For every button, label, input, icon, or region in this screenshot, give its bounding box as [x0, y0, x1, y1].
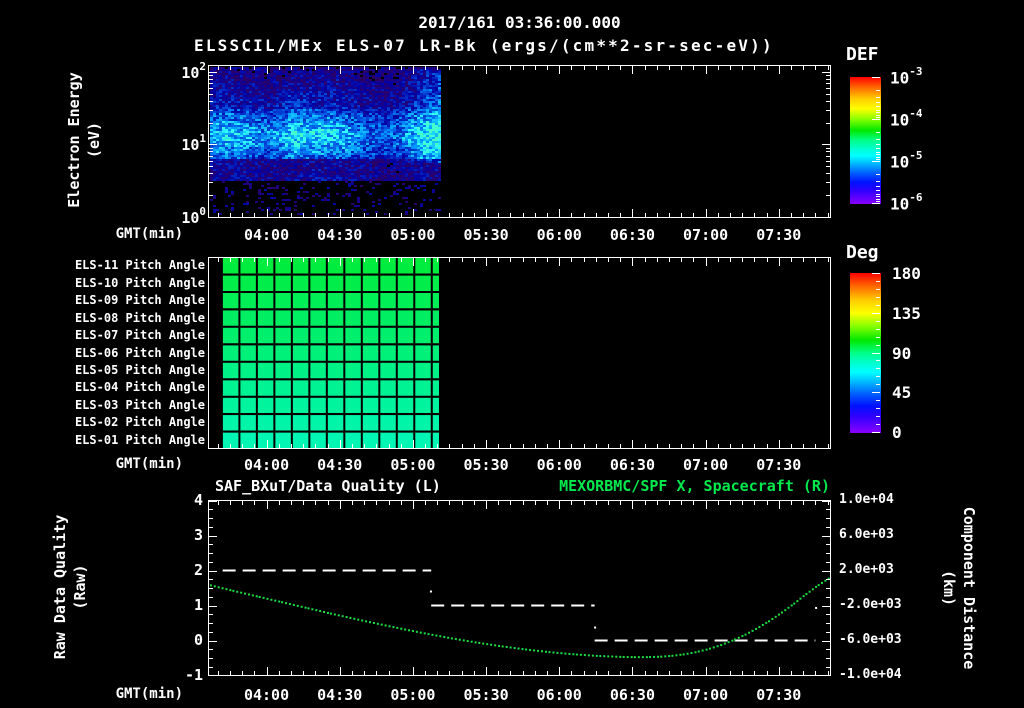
top-x-axis-label: GMT(min) — [111, 226, 183, 242]
pitch-row-label: ELS-04 Pitch Angle — [53, 380, 205, 394]
bottom-left-ytick-label: 3 — [155, 526, 203, 544]
xtick-label: 04:30 — [314, 456, 366, 474]
spectrogram-ytick-label: 101 — [158, 134, 206, 154]
pitch-row-label: ELS-02 Pitch Angle — [53, 415, 205, 429]
bottom-left-ytick-label: 2 — [155, 561, 203, 579]
deg-colorbar-tick-label: 90 — [892, 344, 911, 363]
bottom-left-y-axis-label-line1: Raw Data Quality — [51, 515, 69, 660]
deg-colorbar-title: Deg — [846, 242, 879, 263]
bottom-left-ytick-label: 4 — [155, 491, 203, 509]
bottom-right-ytick-label: -6.0e+03 — [839, 632, 909, 647]
bottom-title-left: SAF_BXuT/Data Quality (L) — [215, 477, 441, 495]
xtick-label: 07:00 — [680, 226, 732, 244]
def-colorbar-tick-label: 10-5 — [890, 151, 923, 171]
spectrogram-ytick-label: 102 — [158, 62, 206, 82]
def-colorbar-tick-label: 10-6 — [890, 193, 923, 213]
bottom-right-ytick-label: 6.0e+03 — [839, 527, 909, 542]
deg-colorbar — [850, 273, 881, 433]
xtick-label: 06:30 — [606, 226, 658, 244]
electron-energy-spectrogram — [208, 65, 831, 218]
xtick-label: 07:00 — [680, 456, 732, 474]
pitch-row-label: ELS-09 Pitch Angle — [53, 293, 205, 307]
bottom-right-ytick-label: 1.0e+04 — [839, 492, 909, 507]
xtick-label: 06:00 — [533, 226, 585, 244]
xtick-label: 05:00 — [387, 686, 439, 704]
xtick-label: 06:00 — [533, 686, 585, 704]
pitch-row-label: ELS-03 Pitch Angle — [53, 398, 205, 412]
xtick-label: 07:30 — [753, 686, 805, 704]
pitch-angle-grid — [208, 257, 831, 449]
pitch-row-label: ELS-07 Pitch Angle — [53, 328, 205, 342]
deg-colorbar-tick-label: 0 — [892, 423, 902, 442]
xtick-label: 04:00 — [241, 456, 293, 474]
spectrogram-y-axis-label: Electron Energy (eV) — [64, 60, 104, 220]
bottom-right-y-axis-label-line1: Component Distance — [960, 507, 978, 670]
els-summary-plot-page: 2017/161 03:36:00.000 ELSSCIL/MEx ELS-07… — [0, 0, 1024, 708]
pitch-row-label: ELS-01 Pitch Angle — [53, 433, 205, 447]
bottom-left-y-axis-label-line2: (Raw) — [71, 564, 89, 609]
page-title-datetime: 2017/161 03:36:00.000 — [208, 13, 831, 32]
xtick-label: 04:00 — [241, 686, 293, 704]
xtick-label: 04:30 — [314, 686, 366, 704]
xtick-label: 06:30 — [606, 456, 658, 474]
spectrogram-y-axis-label-line1: Electron Energy — [65, 72, 83, 207]
spectrogram-ytick-label: 100 — [158, 207, 206, 227]
xtick-label: 04:30 — [314, 226, 366, 244]
bottom-right-ytick-label: -2.0e+03 — [839, 597, 909, 612]
bottom-right-ytick-label: 2.0e+03 — [839, 562, 909, 577]
plot-title-instrument: ELSSCIL/MEx ELS-07 LR-Bk (ergs/(cm**2-sr… — [194, 36, 774, 55]
xtick-label: 07:30 — [753, 456, 805, 474]
spectrogram-y-axis-label-line2: (eV) — [85, 122, 103, 158]
bottom-left-y-axis-label: Raw Data Quality (Raw) — [50, 507, 94, 667]
bottom-left-ytick-label: 1 — [155, 596, 203, 614]
bottom-right-y-axis-label: Component Distance (km) — [935, 493, 979, 683]
xtick-label: 06:30 — [606, 686, 658, 704]
bottom-right-y-axis-label-line2: (km) — [940, 570, 958, 606]
xtick-label: 05:00 — [387, 226, 439, 244]
xtick-label: 05:30 — [460, 686, 512, 704]
def-colorbar-title: DEF — [846, 44, 879, 65]
xtick-label: 07:00 — [680, 686, 732, 704]
bottom-title-right: MEXORBMC/SPF X, Spacecraft (R) — [540, 477, 830, 495]
xtick-label: 06:00 — [533, 456, 585, 474]
bottom-right-ytick-label: -1.0e+04 — [839, 667, 909, 682]
bottom-x-axis-label: GMT(min) — [111, 686, 183, 702]
bottom-left-ytick-label: -1 — [155, 666, 203, 684]
def-colorbar-tick-label: 10-3 — [890, 67, 923, 87]
pitch-row-label: ELS-06 Pitch Angle — [53, 346, 205, 360]
def-colorbar-tick-label: 10-4 — [890, 109, 923, 129]
def-colorbar — [850, 77, 881, 204]
xtick-label: 04:00 — [241, 226, 293, 244]
pitch-row-label: ELS-08 Pitch Angle — [53, 311, 205, 325]
pitch-row-label: ELS-05 Pitch Angle — [53, 363, 205, 377]
deg-colorbar-tick-label: 45 — [892, 383, 911, 402]
xtick-label: 05:00 — [387, 456, 439, 474]
xtick-label: 05:30 — [460, 226, 512, 244]
pitch-row-label: ELS-11 Pitch Angle — [53, 258, 205, 272]
deg-colorbar-tick-label: 135 — [892, 304, 921, 323]
quality-distance-chart — [208, 500, 831, 676]
deg-colorbar-tick-label: 180 — [892, 264, 921, 283]
xtick-label: 07:30 — [753, 226, 805, 244]
xtick-label: 05:30 — [460, 456, 512, 474]
pitch-row-label: ELS-10 Pitch Angle — [53, 276, 205, 290]
middle-x-axis-label: GMT(min) — [111, 456, 183, 472]
bottom-left-ytick-label: 0 — [155, 631, 203, 649]
